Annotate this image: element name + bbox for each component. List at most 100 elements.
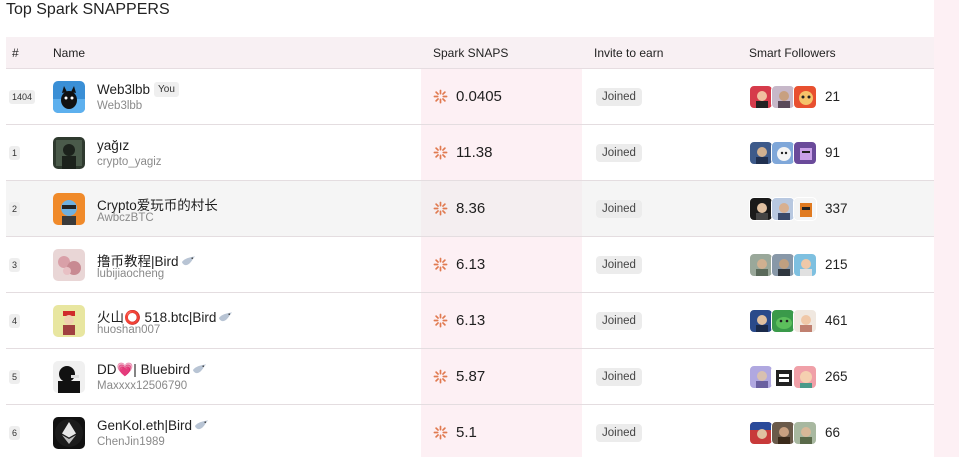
spark-icon (433, 313, 448, 328)
header-spark-snaps: Spark SNAPS (433, 46, 509, 60)
smart-followers-count: 91 (825, 145, 841, 160)
spark-cell: 5.87 (421, 349, 582, 404)
follower-avatar (749, 365, 773, 389)
bird-icon (193, 364, 207, 374)
user-handle: AwbczBTC (97, 212, 154, 224)
spark-icon (433, 257, 448, 272)
follower-avatar (749, 421, 773, 445)
spark-value: 11.38 (456, 144, 493, 161)
user-name[interactable]: 火山⭕ 518.btc|Bird (97, 306, 233, 326)
follower-avatar (749, 253, 773, 277)
smart-followers-count: 215 (825, 257, 848, 272)
smart-followers-count: 265 (825, 369, 848, 384)
follower-avatar (749, 197, 773, 221)
rank-badge: 6 (9, 426, 21, 440)
user-name[interactable]: 撸币教程|Bird (97, 250, 196, 270)
rank-badge: 1404 (9, 90, 36, 104)
smart-followers-count: 66 (825, 425, 841, 440)
header-rank: # (12, 46, 19, 60)
spark-icon (433, 89, 448, 104)
spark-cell: 11.38 (421, 125, 582, 180)
joined-badge: Joined (596, 88, 642, 106)
user-name[interactable]: DD💗| Bluebird (97, 362, 207, 378)
avatar[interactable] (53, 249, 85, 281)
spark-value: 0.0405 (456, 88, 502, 105)
spark-icon (433, 425, 448, 440)
spark-cell: 0.0405 (421, 69, 582, 124)
you-badge: You (154, 82, 179, 97)
smart-followers-count: 337 (825, 201, 848, 216)
spark-icon (433, 201, 448, 216)
follower-avatar (793, 85, 817, 109)
follower-avatar (771, 253, 795, 277)
user-name[interactable]: yağız (97, 138, 129, 153)
user-name-text: Web3lbb (97, 82, 151, 97)
spark-value: 8.36 (456, 200, 486, 217)
user-handle: Maxxxx12506790 (97, 380, 188, 392)
follower-avatar (793, 141, 817, 165)
spark-value: 5.87 (456, 368, 486, 385)
spark-cell: 6.13 (421, 293, 582, 348)
bird-icon (181, 256, 195, 266)
avatar[interactable] (53, 417, 85, 449)
page-side-strip (934, 0, 959, 457)
follower-avatar (771, 141, 795, 165)
user-handle: ChenJin1989 (97, 436, 165, 448)
spark-value: 6.13 (456, 312, 486, 329)
table-row[interactable]: 1404 Web3lbb You Web3lbb 0.0405 Joined 21 (6, 69, 934, 125)
user-name-text: GenKol.eth|Bird (97, 418, 193, 433)
bird-icon (219, 312, 233, 322)
user-name-text: 火山⭕ 518.btc|Bird (97, 310, 217, 325)
spark-value: 5.1 (456, 424, 477, 441)
follower-avatar (771, 365, 795, 389)
follower-avatar (749, 85, 773, 109)
avatar[interactable] (53, 81, 85, 113)
follower-avatar (771, 421, 795, 445)
table-row[interactable]: 6 GenKol.eth|Bird ChenJin1989 5.1 Joined… (6, 405, 934, 457)
avatar[interactable] (53, 137, 85, 169)
smart-followers-count: 461 (825, 313, 848, 328)
spark-cell: 6.13 (421, 237, 582, 292)
spark-icon (433, 369, 448, 384)
table-row[interactable]: 2 Crypto爱玩币的村长 AwbczBTC 8.36 Joined 337 (6, 181, 934, 237)
table-row[interactable]: 5 DD💗| Bluebird Maxxxx12506790 5.87 Join… (6, 349, 934, 405)
follower-avatar (771, 85, 795, 109)
follower-avatar (793, 421, 817, 445)
avatar[interactable] (53, 193, 85, 225)
bird-icon (195, 420, 209, 430)
joined-badge: Joined (596, 144, 642, 162)
joined-badge: Joined (596, 424, 642, 442)
table-header: # Name Spark SNAPS Invite to earn Smart … (6, 37, 934, 69)
user-name[interactable]: GenKol.eth|Bird (97, 418, 209, 433)
follower-avatar (793, 197, 817, 221)
user-name[interactable]: Crypto爱玩币的村长 (97, 194, 218, 214)
smart-followers-count: 21 (825, 89, 841, 104)
leaderboard-table: # Name Spark SNAPS Invite to earn Smart … (6, 37, 934, 457)
table-row[interactable]: 4 火山⭕ 518.btc|Bird huoshan007 6.13 Joine… (6, 293, 934, 349)
user-handle: crypto_yagiz (97, 156, 162, 168)
user-handle: huoshan007 (97, 324, 161, 336)
spark-icon (433, 145, 448, 160)
spark-cell: 8.36 (421, 181, 582, 236)
joined-badge: Joined (596, 312, 642, 330)
rank-badge: 3 (9, 258, 21, 272)
rank-badge: 5 (9, 370, 21, 384)
joined-badge: Joined (596, 368, 642, 386)
user-name[interactable]: Web3lbb You (97, 82, 179, 97)
rank-badge: 1 (9, 146, 21, 160)
avatar[interactable] (53, 361, 85, 393)
header-invite-to-earn: Invite to earn (594, 46, 664, 60)
table-row[interactable]: 1 yağız crypto_yagiz 11.38 Joined 91 (6, 125, 934, 181)
rank-badge: 4 (9, 314, 21, 328)
joined-badge: Joined (596, 256, 642, 274)
table-row[interactable]: 3 撸币教程|Bird lubijiaocheng 6.13 Joined 21… (6, 237, 934, 293)
follower-avatar (771, 309, 795, 333)
avatar[interactable] (53, 305, 85, 337)
follower-avatar (793, 253, 817, 277)
spark-value: 6.13 (456, 256, 486, 273)
follower-avatar (793, 309, 817, 333)
follower-avatar (749, 309, 773, 333)
follower-avatar (771, 197, 795, 221)
follower-avatar (749, 141, 773, 165)
joined-badge: Joined (596, 200, 642, 218)
